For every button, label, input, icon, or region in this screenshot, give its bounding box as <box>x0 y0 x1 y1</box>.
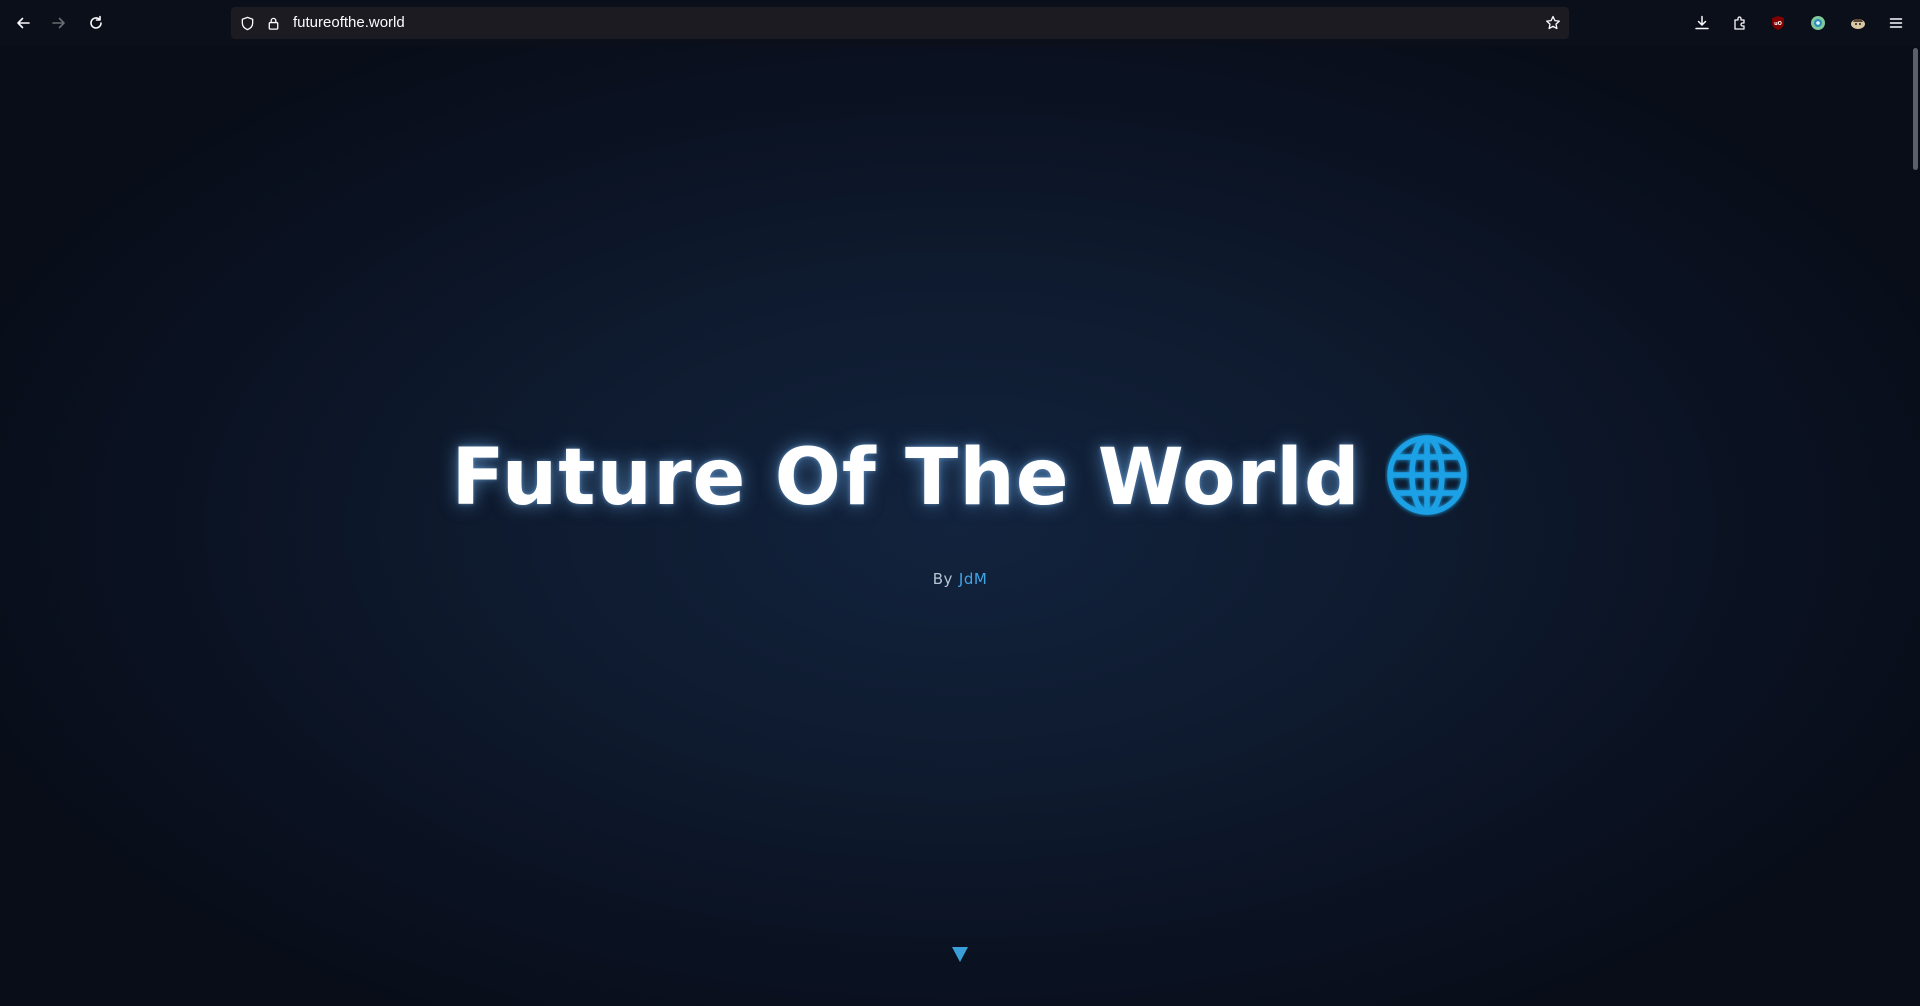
hero-title-text: Future Of The World <box>451 433 1361 523</box>
author-link[interactable]: JdM <box>959 570 987 588</box>
byline-prefix: By <box>932 570 953 588</box>
byline: By JdM <box>0 570 1920 588</box>
hamburger-menu-icon <box>1889 18 1903 28</box>
svg-text:uO: uO <box>1774 21 1782 27</box>
back-button[interactable] <box>11 11 35 35</box>
ublock-button[interactable]: uO <box>1766 11 1790 35</box>
url-input[interactable] <box>293 14 1493 31</box>
ublock-icon: uO <box>1772 16 1784 30</box>
shield-icon[interactable] <box>239 15 255 31</box>
puzzle-icon <box>1734 16 1745 30</box>
downloads-button[interactable] <box>1690 11 1714 35</box>
extension-globe-icon <box>1811 16 1825 30</box>
scrollbar-thumb[interactable] <box>1913 48 1918 170</box>
extension-globe-button[interactable] <box>1806 11 1830 35</box>
download-icon <box>1695 15 1709 30</box>
browser-toolbar: uO <box>0 0 1920 46</box>
reload-icon <box>90 15 102 29</box>
down-triangle-icon <box>952 947 968 962</box>
scroll-down-button[interactable] <box>951 945 969 963</box>
hero-title: Future Of The World <box>0 433 1920 525</box>
vertical-scrollbar[interactable] <box>1912 46 1918 1006</box>
page-viewport: Future Of The World By JdM <box>0 46 1920 1006</box>
extension-avatar-button[interactable] <box>1846 11 1870 35</box>
forward-button[interactable] <box>47 11 71 35</box>
extension-avatar-icon <box>1851 19 1865 29</box>
forward-arrow-icon <box>52 17 65 29</box>
lock-icon[interactable] <box>265 15 281 31</box>
reload-button[interactable] <box>84 11 108 35</box>
back-arrow-icon <box>17 17 30 29</box>
extensions-button[interactable] <box>1728 11 1752 35</box>
globe-icon <box>1386 434 1467 515</box>
bookmark-star-icon[interactable] <box>1545 15 1561 31</box>
app-menu-button[interactable] <box>1884 11 1908 35</box>
address-bar[interactable] <box>231 7 1569 39</box>
